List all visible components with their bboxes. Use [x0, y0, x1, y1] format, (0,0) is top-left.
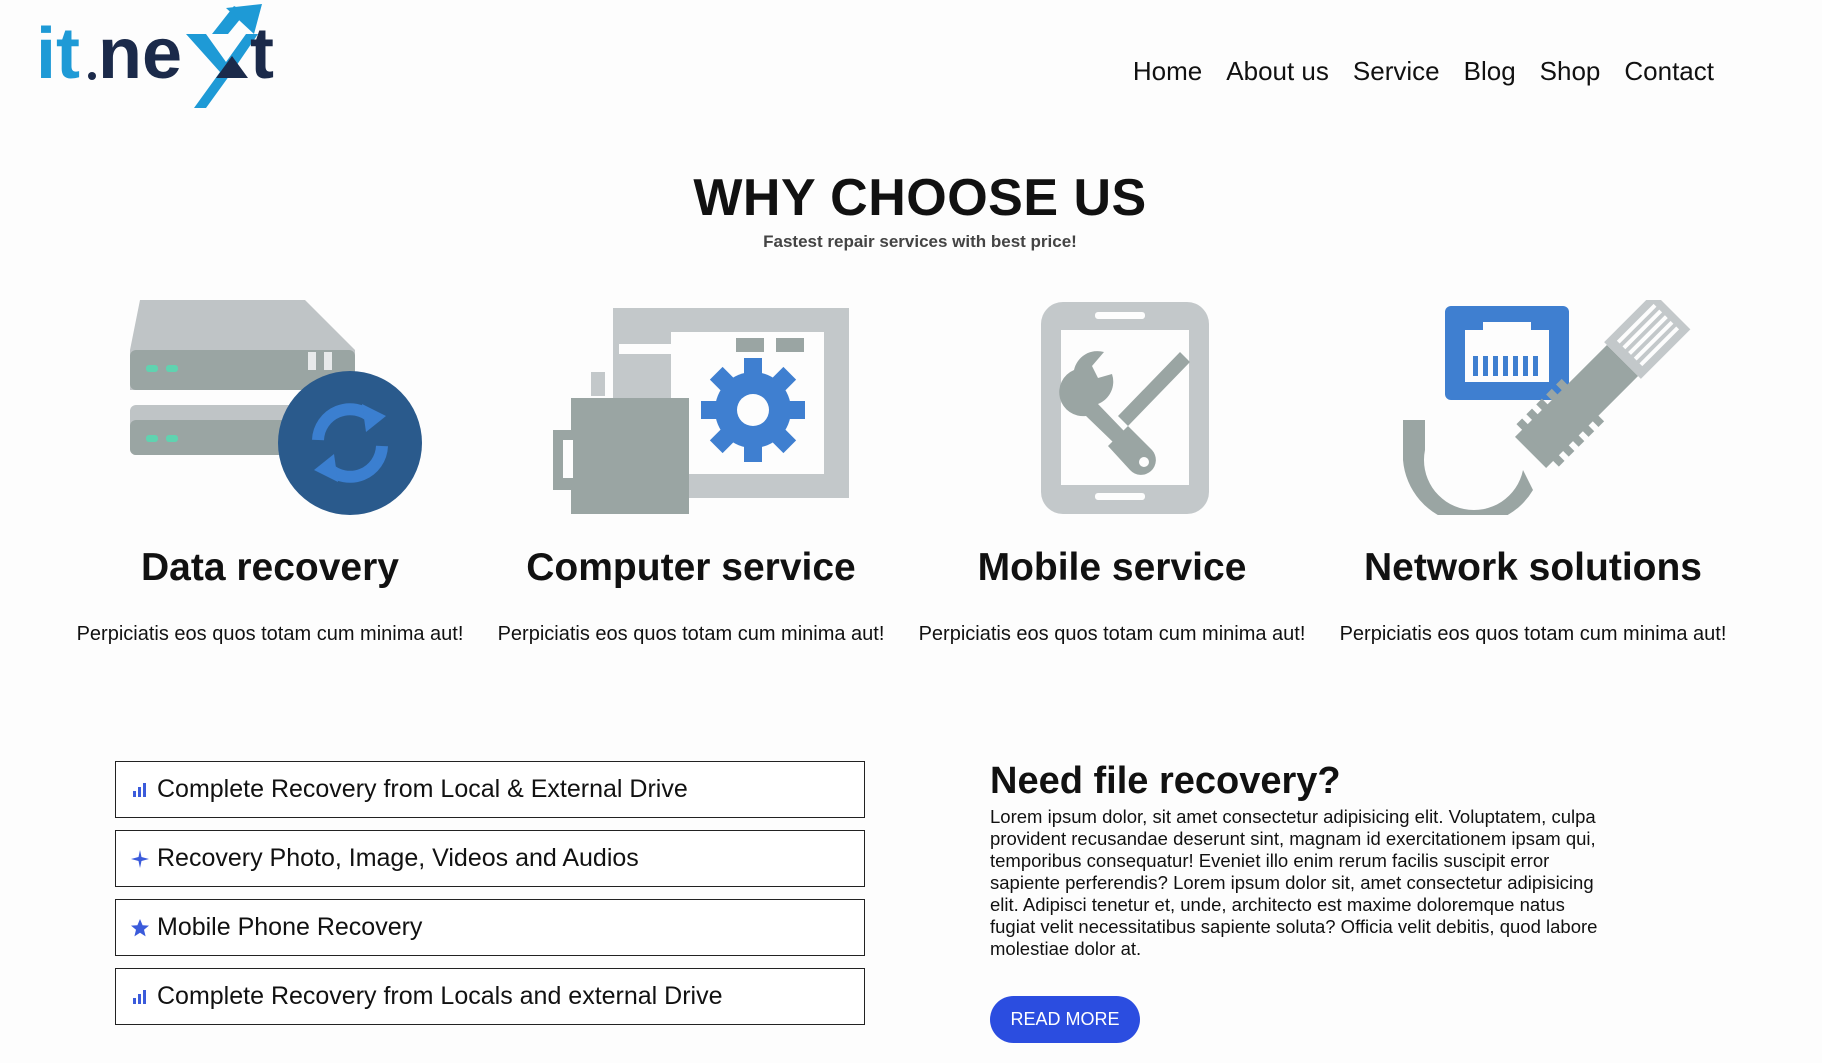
list-item[interactable]: Complete Recovery from Locals and extern… — [115, 968, 865, 1025]
network-cable-icon — [1403, 300, 1691, 515]
nav-home[interactable]: Home — [1121, 52, 1214, 91]
feature-title: Data recovery — [141, 546, 399, 589]
list-item[interactable]: Recovery Photo, Image, Videos and Audios — [115, 830, 865, 887]
feature-data-recovery: Data recovery Perpiciatis eos quos totam… — [60, 300, 480, 646]
nav-about-us[interactable]: About us — [1214, 52, 1341, 91]
main-nav: Home About us Service Blog Shop Contact — [1121, 52, 1726, 91]
computer-gear-icon — [553, 308, 849, 514]
section-heading: Need file recovery? — [990, 760, 1341, 802]
feature-network-solutions: Network solutions Perpiciatis eos quos t… — [1323, 300, 1743, 646]
read-more-button[interactable]: READ MORE — [990, 996, 1140, 1043]
bar-chart-icon — [129, 986, 151, 1008]
logo[interactable]: it ne t — [36, 4, 296, 112]
section-title: WHY CHOOSE US — [693, 169, 1147, 227]
feature-computer-service: Computer service Perpiciatis eos quos to… — [481, 300, 901, 646]
section-text: Lorem ipsum dolor, sit amet consectetur … — [990, 806, 1598, 959]
feature-text: Perpiciatis eos quos totam cum minima au… — [497, 623, 885, 645]
svg-text:ne: ne — [98, 14, 182, 94]
svg-text:it: it — [36, 14, 80, 94]
feature-text: Perpiciatis eos quos totam cum minima au… — [76, 623, 464, 645]
nav-contact[interactable]: Contact — [1612, 52, 1726, 91]
list-item-label: Complete Recovery from Local & External … — [157, 775, 688, 803]
list-item-label: Mobile Phone Recovery — [157, 913, 423, 941]
feature-text: Perpiciatis eos quos totam cum minima au… — [918, 623, 1306, 645]
feature-text: Perpiciatis eos quos totam cum minima au… — [1339, 623, 1727, 645]
star-icon — [129, 917, 151, 939]
recovery-options-list: Complete Recovery from Local & External … — [115, 761, 865, 1037]
file-recovery-section: Need file recovery? Lorem ipsum dolor, s… — [990, 760, 1610, 960]
feature-title: Network solutions — [1363, 546, 1703, 589]
plane-icon — [129, 848, 151, 870]
list-item-label: Recovery Photo, Image, Videos and Audios — [157, 844, 639, 872]
list-item-label: Complete Recovery from Locals and extern… — [157, 982, 723, 1010]
section-subtitle: Fastest repair services with best price! — [763, 232, 1077, 251]
nav-blog[interactable]: Blog — [1452, 52, 1528, 91]
feature-title: Computer service — [526, 546, 856, 589]
page: it ne t Home About us Service Blog Shop … — [0, 0, 1822, 1063]
list-item[interactable]: Mobile Phone Recovery — [115, 899, 865, 956]
bar-chart-icon — [129, 779, 151, 801]
feature-title: Mobile service — [977, 546, 1247, 589]
feature-mobile-service: Mobile service Perpiciatis eos quos tota… — [902, 300, 1322, 646]
server-sync-icon — [130, 300, 422, 515]
list-item[interactable]: Complete Recovery from Local & External … — [115, 761, 865, 818]
nav-service[interactable]: Service — [1341, 52, 1452, 91]
svg-text:t: t — [250, 14, 274, 94]
mobile-tools-icon — [1041, 302, 1209, 514]
nav-shop[interactable]: Shop — [1528, 52, 1613, 91]
